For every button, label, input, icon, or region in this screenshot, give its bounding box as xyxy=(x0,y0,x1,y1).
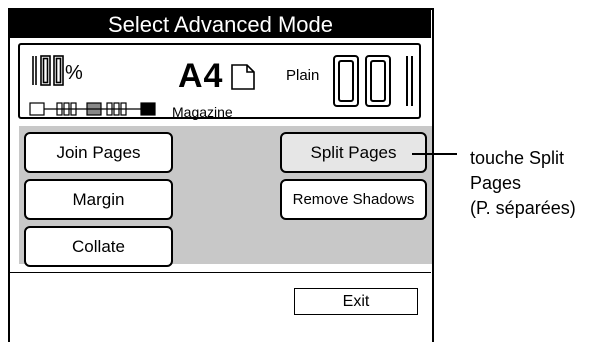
document-type: Magazine xyxy=(172,104,233,120)
paper-size: A4 xyxy=(178,57,224,95)
callout-line-2: Pages xyxy=(470,173,522,193)
callout-line xyxy=(412,153,457,155)
callout-label: touche Split Pages (P. séparées) xyxy=(470,146,606,221)
zoom-unit: % xyxy=(65,62,83,84)
collate-button[interactable]: Collate xyxy=(24,226,173,267)
portrait-page-icon xyxy=(231,64,255,90)
callout-line-1: touche Split xyxy=(470,148,565,168)
margin-button[interactable]: Margin xyxy=(24,179,173,220)
remove-shadows-button[interactable]: Remove Shadows xyxy=(280,179,427,220)
exit-button[interactable]: Exit xyxy=(294,288,418,315)
panel-title: Select Advanced Mode xyxy=(10,10,431,38)
split-pages-button[interactable]: Split Pages xyxy=(280,132,427,173)
callout-line-3: (P. séparées) xyxy=(470,198,576,218)
paper-type: Plain xyxy=(286,67,320,84)
footer-divider xyxy=(10,272,431,273)
copy-count-display xyxy=(333,55,413,107)
zoom-value-display xyxy=(32,55,64,86)
density-indicator xyxy=(29,102,156,116)
join-pages-button[interactable]: Join Pages xyxy=(24,132,173,173)
